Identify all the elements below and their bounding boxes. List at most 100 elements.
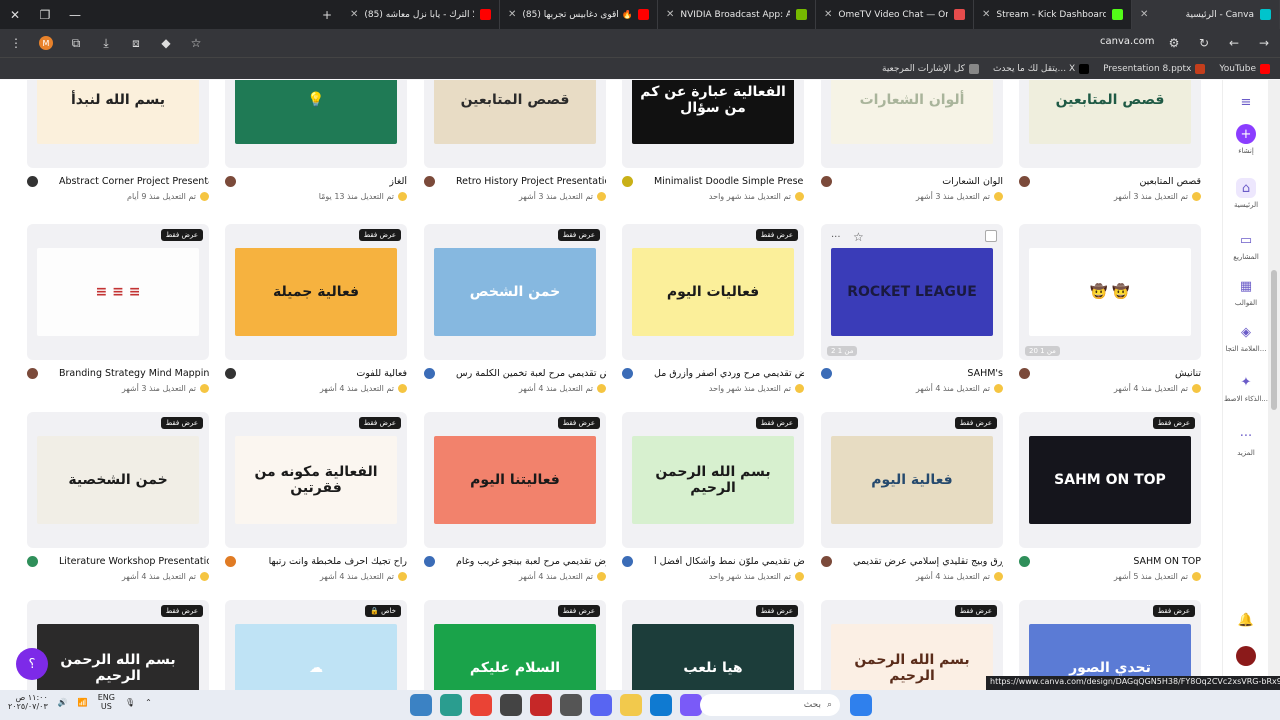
browser-tab[interactable]: ✕ OmeTV Video Chat — Omegle... (816, 0, 974, 29)
download-icon[interactable]: ⤓ (98, 35, 114, 51)
design-thumbnail[interactable]: SAHM ON TOP عرض فقط (1019, 412, 1201, 548)
design-title[interactable]: SAHM ON TOP (1133, 556, 1201, 567)
design-title[interactable]: تنانيش (1175, 368, 1201, 379)
sidebar-item[interactable]: ▦ القوالب (1223, 276, 1269, 308)
design-title[interactable]: SAHM's (967, 368, 1003, 379)
folder-icon[interactable] (620, 694, 642, 716)
design-title[interactable]: Minimalist Doodle Simple Presentation (654, 176, 804, 187)
help-button[interactable]: ؟ (16, 648, 48, 680)
browser-tab[interactable]: ✕ الرئيسية - Canva (1132, 0, 1280, 29)
design-title[interactable]: عرض تقديمي مرح لعبة تخمين الكلمة رس... (456, 368, 606, 379)
close-tab-icon[interactable]: ✕ (350, 9, 358, 20)
design-thumbnail[interactable]: فعاليات اليوم عرض فقط (622, 224, 804, 360)
design-thumbnail[interactable]: هيا نلعب عرض فقط (622, 600, 804, 690)
design-thumbnail[interactable]: الفعالية عبارة عن كم من سؤال (622, 80, 804, 168)
design-thumbnail[interactable]: ≡ ≡ ≡ عرض فقط (27, 224, 209, 360)
share-icon[interactable]: ◆ (158, 35, 174, 51)
chrome-icon[interactable] (470, 694, 492, 716)
app-icon[interactable] (410, 694, 432, 716)
volume-icon[interactable]: 🔊 (58, 698, 68, 707)
design-thumbnail[interactable]: 💡 (225, 80, 407, 168)
sidebar-item[interactable]: ✦ الذكاء الاصط... (1223, 372, 1269, 404)
app-icon[interactable] (440, 694, 462, 716)
notifications-icon[interactable]: 🔔 (1223, 610, 1269, 630)
design-thumbnail[interactable]: 🤠 🤠 20 من 1 (1019, 224, 1201, 360)
design-thumbnail[interactable]: بسم الله الرحمن الرحيم عرض فقط (622, 412, 804, 548)
browser-tab[interactable]: ✕ NVIDIA Broadcast App: AI-Pow... (658, 0, 816, 29)
edge-icon[interactable] (650, 694, 672, 716)
site-settings-icon[interactable]: ⚙ (1166, 35, 1182, 51)
copilot-icon[interactable] (680, 694, 702, 716)
discord-icon[interactable] (590, 694, 612, 716)
sidebar-item[interactable]: ··· المزيد (1223, 426, 1269, 458)
bookmark-item[interactable]: YouTube (1219, 63, 1270, 74)
design-thumbnail[interactable]: الفعالية مكونه من فقرتين عرض فقط (225, 412, 407, 548)
screenshot-icon[interactable]: ⧈ (128, 35, 144, 51)
design-thumbnail[interactable]: فعالية اليوم عرض فقط (821, 412, 1003, 548)
design-thumbnail[interactable]: السلام عليكم عرض فقط (424, 600, 606, 690)
scrollbar[interactable] (1268, 80, 1280, 690)
mic-icon[interactable]: 🎙 (125, 698, 135, 707)
design-thumbnail[interactable]: ROCKET LEAGUE 2 من 1 ··· ☆ (821, 224, 1003, 360)
maximize-window-button[interactable]: ❐ (30, 0, 60, 29)
forward-icon[interactable]: → (1256, 35, 1272, 51)
design-title[interactable]: الوان الشعارات (942, 176, 1003, 187)
sidebar-item[interactable]: ≡ (1223, 92, 1269, 115)
design-thumbnail[interactable]: خمن الشخصية عرض فقط (27, 412, 209, 548)
more-options-icon[interactable]: ··· (831, 232, 841, 243)
input-language[interactable]: ENG (98, 693, 115, 702)
design-title[interactable]: أزرق وبيج تقليدي إسلامي عرض تقديمي (853, 556, 1003, 567)
start-icon[interactable] (850, 694, 872, 716)
steam-icon[interactable] (560, 694, 582, 716)
input-region[interactable]: US (101, 702, 112, 711)
close-tab-icon[interactable]: ✕ (1140, 9, 1148, 20)
bookmark-star-icon[interactable]: ☆ (188, 35, 204, 51)
menu-icon[interactable]: ⋮ (8, 35, 24, 51)
sidebar-item[interactable]: ▭ المشاريع (1223, 230, 1269, 262)
design-thumbnail[interactable]: قصص المتابعين (1019, 80, 1201, 168)
tray-overflow-icon[interactable]: ⌃ (145, 698, 152, 707)
design-title[interactable]: Abstract Corner Project Presentation (59, 176, 209, 187)
select-checkbox[interactable] (985, 230, 997, 242)
design-thumbnail[interactable]: خمن الشخص عرض فقط (424, 224, 606, 360)
design-title[interactable]: Branding Strategy Mind Mapping (59, 368, 209, 379)
close-window-button[interactable]: ✕ (0, 0, 30, 29)
design-thumbnail[interactable]: ☁ 🔒 خاص (225, 600, 407, 690)
design-thumbnail[interactable]: قصص المتابعين (424, 80, 606, 168)
back-icon[interactable]: ← (1226, 35, 1242, 51)
bookmark-item[interactable]: يتقل لك ما يحدث... X (993, 63, 1090, 74)
taskbar-search[interactable]: بحث ⌕ (700, 694, 840, 716)
address-bar[interactable]: canva.com (1100, 36, 1155, 47)
clock-date[interactable]: ٢٠٢٥/٠٧/٠٣ (8, 702, 48, 711)
design-title[interactable]: عرض تقديمي مرح لعبة بينجو غريب وغام... (456, 556, 606, 567)
sidebar-item[interactable]: ◈ العلامة التجا... (1223, 322, 1269, 354)
app-icon[interactable] (530, 694, 552, 716)
bookmark-item[interactable]: كل الإشارات المرجعية (882, 63, 979, 74)
close-tab-icon[interactable]: ✕ (824, 9, 832, 20)
design-title[interactable]: قصص المتابعين (1139, 176, 1201, 187)
design-thumbnail[interactable]: بسم الله الرحمن الرحيم عرض فقط (27, 600, 209, 690)
clock-time[interactable]: ١١:٠٠ ص (16, 693, 48, 702)
close-tab-icon[interactable]: ✕ (982, 9, 990, 20)
wifi-icon[interactable]: 📶 (78, 698, 88, 707)
account-avatar[interactable] (1223, 646, 1269, 666)
close-tab-icon[interactable]: ✕ (508, 9, 516, 20)
profile-avatar[interactable]: M (38, 35, 54, 51)
design-title[interactable]: عرض تقديمي ملوّن نمط وأشكال أفضل أ... (654, 556, 804, 567)
close-tab-icon[interactable]: ✕ (666, 9, 674, 20)
sidebar-item[interactable]: + إنشاء (1223, 124, 1269, 155)
design-title[interactable]: راح تجيك احرف ملخبطة وانت رتبها (269, 556, 407, 567)
new-tab-button[interactable]: + (312, 0, 342, 29)
sidebar-item[interactable]: ⌂ الرئيسية (1223, 178, 1269, 209)
design-title[interactable]: Literature Workshop Presentation (59, 556, 209, 567)
design-thumbnail[interactable]: يسم الله لنبدأ (27, 80, 209, 168)
extensions-icon[interactable]: ⧉ (68, 35, 84, 51)
design-thumbnail[interactable]: فعالية جميلة عرض فقط (225, 224, 407, 360)
browser-tab[interactable]: ✕ (85) اقوى دغابيس تجربها 🔥 (500, 0, 658, 29)
star-icon[interactable]: ☆ (853, 230, 864, 244)
design-thumbnail[interactable]: ألوان الشعارات (821, 80, 1003, 168)
bookmark-item[interactable]: Presentation 8.pptx (1103, 63, 1206, 74)
browser-tab[interactable]: ✕ Stream - Kick Dashboard (974, 0, 1132, 29)
app-icon[interactable] (500, 694, 522, 716)
design-title[interactable]: Retro History Project Presentation (456, 176, 606, 187)
